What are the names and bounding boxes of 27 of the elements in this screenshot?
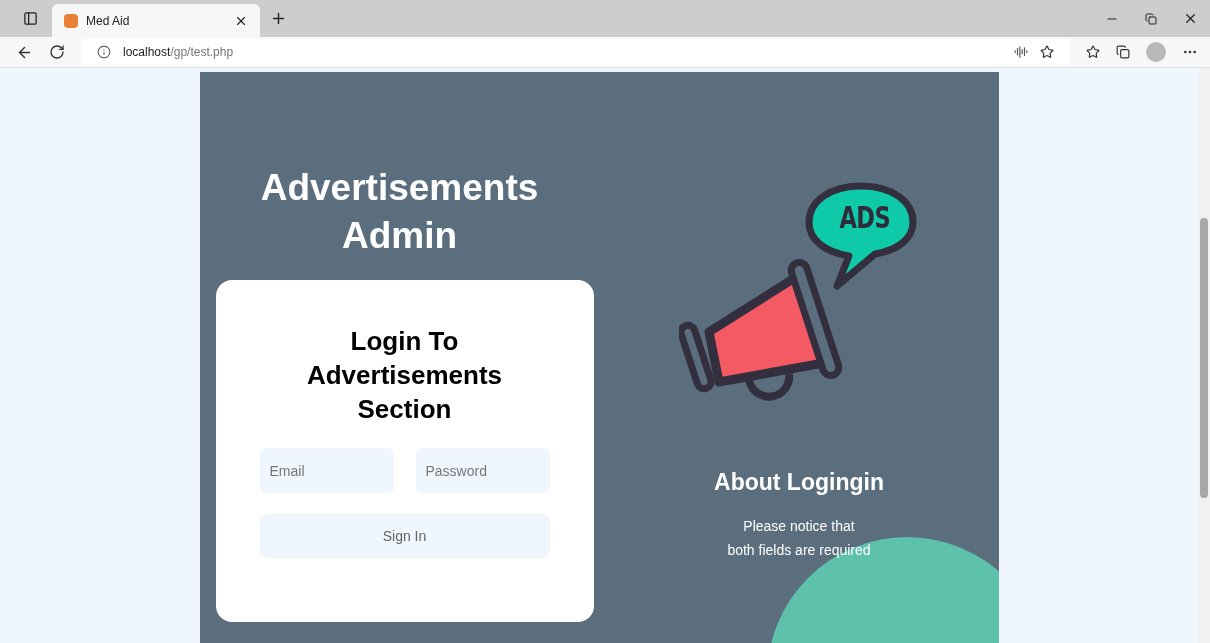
close-window-icon[interactable]: [1183, 11, 1198, 26]
scrollbar[interactable]: [1198, 68, 1210, 643]
address-bar[interactable]: localhost/gp/test.php: [81, 38, 1070, 66]
url-text: localhost/gp/test.php: [123, 44, 235, 61]
add-favorite-icon[interactable]: [1040, 45, 1054, 59]
page-title: Advertisements: [260, 166, 539, 210]
ads-label: ADS: [839, 199, 891, 237]
tab-title: Med Aid: [86, 12, 131, 30]
reload-icon[interactable]: [49, 44, 65, 60]
input-field[interactable]: Email: [259, 448, 394, 493]
collections-icon[interactable]: [1116, 45, 1130, 59]
about-title: About Logingin: [714, 468, 884, 497]
about-text: Please notice that: [743, 516, 855, 536]
site-logo-icon: [64, 13, 78, 28]
read-aloud-icon[interactable]: [1014, 45, 1028, 59]
input-field[interactable]: Password: [415, 448, 550, 493]
tab-actions-icon[interactable]: [22, 11, 38, 26]
login-heading: Login To: [350, 325, 459, 358]
login-heading: Section: [357, 393, 452, 426]
favorites-icon[interactable]: [1086, 45, 1100, 59]
info-icon: [97, 45, 111, 59]
login-heading: Advertisements: [306, 359, 503, 392]
page-title: Admin: [341, 214, 458, 258]
restore-icon[interactable]: [1145, 12, 1157, 25]
sign-in-button[interactable]: Sign In: [259, 514, 550, 558]
about-text: both fields are required: [727, 540, 871, 560]
browser-tab[interactable]: Med Aid: [52, 4, 260, 37]
